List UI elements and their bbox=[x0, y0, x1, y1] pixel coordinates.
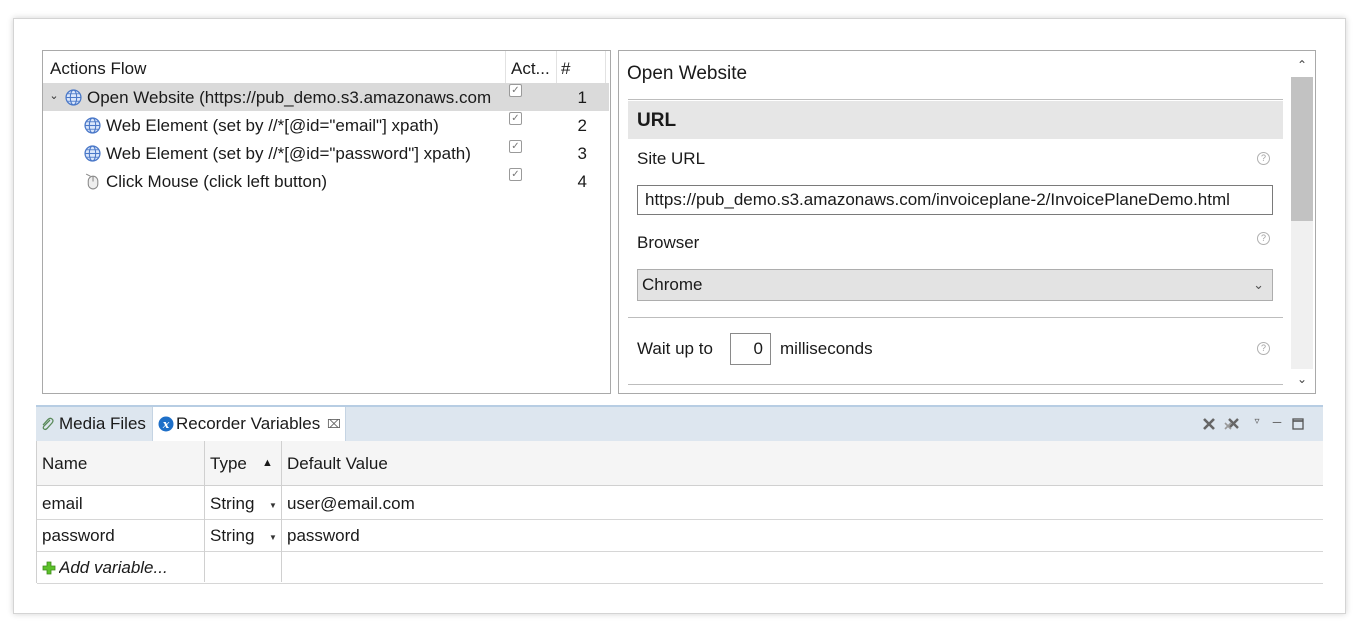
remove-all-icon[interactable] bbox=[1223, 416, 1241, 432]
active-checkbox[interactable]: ✓ bbox=[509, 112, 522, 125]
site-url-input[interactable]: https://pub_demo.s3.amazonaws.com/invoic… bbox=[637, 185, 1273, 215]
variable-type-cell[interactable]: String ▼ bbox=[210, 520, 285, 551]
variable-name-cell[interactable]: password bbox=[42, 520, 202, 551]
step-number: 4 bbox=[577, 172, 587, 191]
globe-icon bbox=[84, 145, 101, 162]
step-number: 3 bbox=[577, 144, 587, 163]
section-header-url[interactable]: URL bbox=[628, 101, 1283, 139]
divider bbox=[628, 317, 1283, 318]
tab-media-files[interactable]: Media Files bbox=[36, 407, 152, 441]
dropdown-arrow-icon[interactable]: ▼ bbox=[269, 490, 277, 519]
table-row[interactable]: password String ▼ password bbox=[37, 520, 1323, 552]
column-separator[interactable] bbox=[556, 51, 557, 83]
dropdown-arrow-icon[interactable]: ▼ bbox=[269, 522, 277, 551]
variables-table: Name Type ▲ Default Value email String ▼… bbox=[36, 441, 1323, 584]
app-window: Actions Flow Act... # ⌄ Open Website (ht… bbox=[13, 18, 1346, 614]
scroll-down-icon[interactable]: ⌄ bbox=[1289, 367, 1315, 391]
remove-icon[interactable] bbox=[1201, 416, 1217, 432]
add-variable-row[interactable]: Add variable... bbox=[37, 552, 1323, 584]
svg-text:x: x bbox=[162, 418, 170, 431]
tree-item-label: Web Element (set by //*[@id="password"] … bbox=[106, 144, 471, 163]
tab-label: Recorder Variables bbox=[176, 414, 321, 433]
properties-panel: Open Website URL Site URL ? https://pub_… bbox=[618, 50, 1316, 394]
tree-item-label: Open Website (https://pub_demo.s3.amazon… bbox=[87, 88, 492, 107]
sort-ascending-icon: ▲ bbox=[262, 457, 273, 469]
help-icon[interactable]: ? bbox=[1257, 232, 1270, 245]
table-row[interactable]: email String ▼ user@email.com bbox=[37, 488, 1323, 520]
variable-type-cell[interactable]: String ▼ bbox=[210, 488, 285, 519]
help-icon[interactable]: ? bbox=[1257, 342, 1270, 355]
scroll-thumb[interactable] bbox=[1291, 77, 1313, 221]
view-toolbar: ▿ ─ bbox=[1196, 407, 1322, 441]
active-checkbox[interactable]: ✓ bbox=[509, 140, 522, 153]
active-checkbox[interactable]: ✓ bbox=[509, 84, 522, 97]
vertical-scrollbar[interactable]: ⌃ ⌄ bbox=[1289, 51, 1315, 393]
globe-icon bbox=[65, 89, 82, 106]
variable-type-value: String bbox=[210, 526, 255, 545]
variable-name-cell[interactable]: email bbox=[42, 488, 202, 519]
chevron-down-icon: ⌄ bbox=[1253, 277, 1264, 292]
maximize-icon[interactable] bbox=[1292, 418, 1304, 430]
tree-item-label: Click Mouse (click left button) bbox=[106, 172, 328, 191]
actions-flow-tree[interactable]: Actions Flow Act... # ⌄ Open Website (ht… bbox=[42, 50, 611, 394]
column-separator[interactable] bbox=[505, 51, 506, 83]
tree-row-open-website[interactable]: ⌄ Open Website (https://pub_demo.s3.amaz… bbox=[43, 83, 609, 111]
column-separator[interactable] bbox=[605, 51, 606, 83]
properties-title: Open Website bbox=[627, 63, 748, 84]
browser-select[interactable]: Chrome ⌄ bbox=[637, 269, 1273, 301]
tree-header: Actions Flow Act... # bbox=[43, 51, 610, 83]
wait-milliseconds-input[interactable]: 0 bbox=[730, 333, 771, 365]
tree-row-web-element-password[interactable]: Web Element (set by //*[@id="password"] … bbox=[43, 139, 609, 167]
column-header-actions-flow[interactable]: Actions Flow bbox=[50, 58, 490, 80]
wait-suffix-label: milliseconds bbox=[780, 339, 873, 358]
column-divider bbox=[281, 441, 282, 582]
divider bbox=[628, 384, 1283, 385]
column-header-number[interactable]: # bbox=[561, 58, 591, 80]
tree-item-label: Web Element (set by //*[@id="email"] xpa… bbox=[106, 116, 439, 135]
view-menu-icon[interactable]: ▿ bbox=[1249, 407, 1265, 441]
add-icon bbox=[42, 561, 56, 575]
variable-x-icon: x bbox=[158, 416, 174, 432]
step-number: 1 bbox=[577, 88, 587, 107]
mouse-icon bbox=[85, 173, 99, 190]
paperclip-icon bbox=[42, 417, 54, 431]
scroll-up-icon[interactable]: ⌃ bbox=[1289, 53, 1315, 77]
wait-prefix-label: Wait up to bbox=[637, 339, 713, 358]
active-checkbox[interactable]: ✓ bbox=[509, 168, 522, 181]
close-tab-icon[interactable]: ⌧ bbox=[327, 407, 341, 441]
column-header-type-label: Type bbox=[210, 454, 247, 473]
add-variable-link[interactable]: Add variable... bbox=[59, 552, 199, 583]
help-icon[interactable]: ? bbox=[1257, 152, 1270, 165]
column-divider bbox=[204, 441, 205, 582]
tab-recorder-variables[interactable]: x Recorder Variables ⌧ bbox=[152, 407, 346, 441]
collapse-chevron-icon[interactable]: ⌄ bbox=[47, 87, 61, 105]
variable-default-value-cell[interactable]: user@email.com bbox=[287, 488, 887, 519]
browser-label: Browser bbox=[637, 233, 700, 252]
site-url-label: Site URL bbox=[637, 149, 706, 168]
view-tab-bar: Media Files x Recorder Variables ⌧ ▿ ─ bbox=[36, 405, 1323, 441]
table-header: Name Type ▲ Default Value bbox=[37, 441, 1323, 486]
step-number: 2 bbox=[577, 116, 587, 135]
tree-row-click-mouse[interactable]: Click Mouse (click left button) ✓ 4 bbox=[43, 167, 609, 195]
column-header-active[interactable]: Act... bbox=[511, 58, 555, 80]
browser-select-value: Chrome bbox=[642, 275, 703, 294]
tab-label: Media Files bbox=[59, 414, 146, 433]
column-header-name[interactable]: Name bbox=[42, 441, 202, 485]
tree-row-web-element-email[interactable]: Web Element (set by //*[@id="email"] xpa… bbox=[43, 111, 609, 139]
variable-default-value-cell[interactable]: password bbox=[287, 520, 887, 551]
globe-icon bbox=[84, 117, 101, 134]
divider bbox=[628, 99, 1283, 100]
variable-type-value: String bbox=[210, 494, 255, 513]
minimize-icon[interactable]: ─ bbox=[1269, 407, 1285, 441]
column-header-default-value[interactable]: Default Value bbox=[287, 441, 687, 485]
column-header-type[interactable]: Type ▲ bbox=[210, 441, 285, 485]
